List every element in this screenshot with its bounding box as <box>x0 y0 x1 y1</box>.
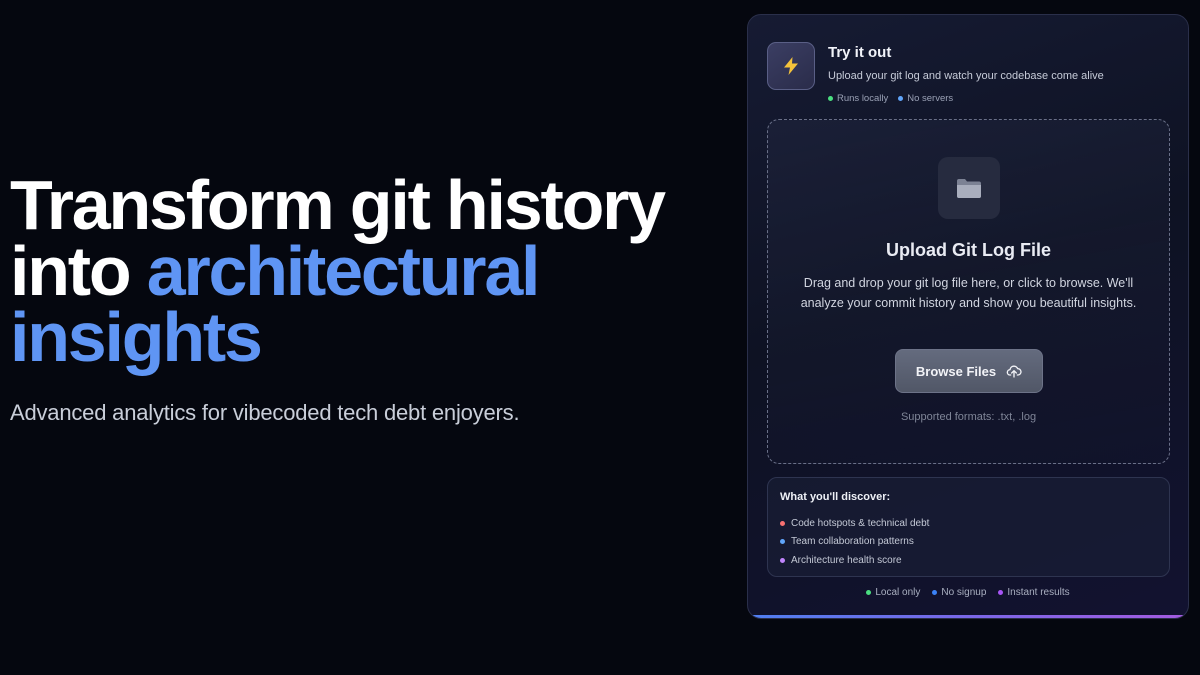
supported-formats: Supported formats: .txt, .log <box>900 411 1037 423</box>
browse-files-button[interactable]: Browse Files <box>895 349 1043 393</box>
file-dropzone[interactable]: Upload Git Log File Drag and drop your g… <box>767 119 1170 464</box>
footer-tag-label: No signup <box>941 587 987 598</box>
blue-dot-icon <box>932 590 938 595</box>
lightning-bolt-icon <box>767 42 815 90</box>
list-item-label: Code hotspots & technical debt <box>791 517 930 529</box>
footer-tag-label: Local only <box>875 587 921 598</box>
card-title: Try it out <box>828 44 892 61</box>
blue-dot-icon <box>780 539 785 545</box>
discover-list: Code hotspots & technical debt Team coll… <box>780 514 929 570</box>
blue-dot-icon <box>898 96 904 101</box>
try-it-card: Try it out Upload your git log and watch… <box>747 14 1189 619</box>
dropzone-description: Drag and drop your git log file here, or… <box>800 276 1137 310</box>
list-item-label: Architecture health score <box>791 554 902 566</box>
hero-subtitle: Advanced analytics for vibecoded tech de… <box>10 400 520 425</box>
card-tags: Runs locally No servers <box>828 93 953 104</box>
cloud-upload-icon <box>1006 365 1022 378</box>
list-item: Team collaboration patterns <box>780 533 929 552</box>
list-item-label: Team collaboration patterns <box>791 536 914 548</box>
dropzone-title: Upload Git Log File <box>886 240 1051 260</box>
landing-page: Transform git history into architectural… <box>0 0 1200 675</box>
browse-files-label: Browse Files <box>915 363 997 379</box>
discover-title: What you'll discover: <box>780 491 891 503</box>
red-dot-icon <box>780 520 785 526</box>
green-dot-icon <box>866 590 872 595</box>
folder-icon <box>938 157 1000 219</box>
hero-section: Transform git history into architectural… <box>10 170 710 426</box>
list-item: Code hotspots & technical debt <box>780 514 929 533</box>
card-accent-bar <box>748 615 1188 618</box>
tag-no-servers: No servers <box>898 93 953 104</box>
footer-tag-label: Instant results <box>1007 587 1070 598</box>
footer-tag-no-signup: No signup <box>932 587 986 598</box>
card-header: Try it out Upload your git log and watch… <box>767 42 1169 112</box>
hero-title: Transform git history into architectural… <box>10 170 710 372</box>
green-dot-icon <box>828 96 833 101</box>
hero-title-accent-2: insights <box>10 298 263 376</box>
list-item: Architecture health score <box>780 551 929 570</box>
card-description: Upload your git log and watch your codeb… <box>828 70 1104 82</box>
tag-runs-locally: Runs locally <box>828 93 888 104</box>
footer-tag-local-only: Local only <box>866 587 920 598</box>
tag-label: No servers <box>907 93 954 104</box>
footer-tag-instant-results: Instant results <box>998 587 1070 598</box>
purple-dot-icon <box>780 557 785 563</box>
discover-panel: What you'll discover: Code hotspots & te… <box>767 477 1170 577</box>
footer-tags: Local only No signup Instant results <box>748 587 1188 598</box>
purple-dot-icon <box>998 590 1004 595</box>
tag-label: Runs locally <box>837 93 889 104</box>
